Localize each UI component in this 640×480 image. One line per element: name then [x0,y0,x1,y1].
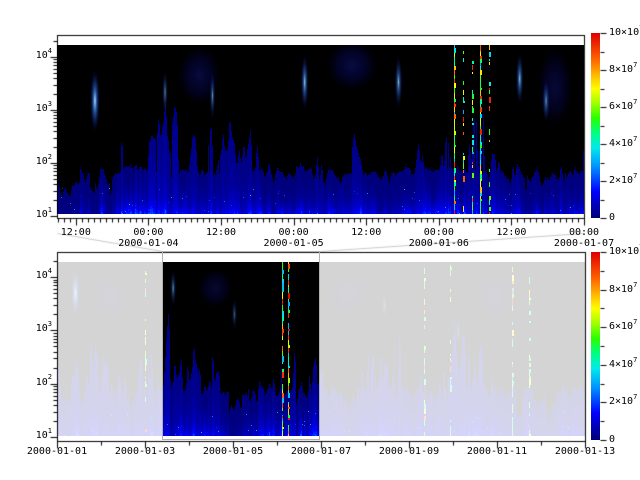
top-y-tick-label: 102 [16,156,52,167]
colorbar-bottom [591,252,600,440]
top-y-tick-label: 101 [16,209,52,220]
colorbar-tick-label: 0 [609,434,615,445]
bottom-y-tick-label: 102 [16,377,52,388]
bottom-y-tick-label: 101 [16,430,52,441]
colorbar-tick-label: 10×107 [609,246,640,257]
top-x-date-label: 2000-01-07 [554,238,614,249]
top-x-tick-label: 00:00 [279,227,309,238]
top-y-tick-label: 103 [16,103,52,114]
spectrogram-viewer-window: 12:0000:002000-01-0412:0000:002000-01-05… [0,0,640,480]
top-x-tick-label: 12:00 [351,227,381,238]
zoomed-spectrogram-plot[interactable] [57,35,584,218]
bottom-x-date-label: 2000-01-03 [115,446,175,457]
top-y-tick-label: 104 [16,50,52,61]
bottom-x-date-label: 2000-01-01 [27,446,87,457]
colorbar-top [591,33,600,218]
bottom-x-date-label: 2000-01-11 [467,446,527,457]
bottom-x-date-label: 2000-01-05 [203,446,263,457]
bottom-x-date-label: 2000-01-13 [555,446,615,457]
colorbar-tick-label: 8×107 [609,64,637,75]
colorbar-tick-label: 0 [609,212,615,223]
bottom-y-tick-label: 104 [16,270,52,281]
top-x-date-label: 2000-01-06 [409,238,469,249]
colorbar-tick-label: 6×107 [609,321,637,332]
top-x-date-label: 2000-01-04 [118,238,178,249]
top-x-tick-label: 12:00 [206,227,236,238]
selection-region[interactable] [162,251,320,440]
top-x-tick-label: 00:00 [133,227,163,238]
bottom-x-date-label: 2000-01-07 [291,446,351,457]
colorbar-tick-label: 8×107 [609,284,637,295]
top-x-tick-label: 00:00 [424,227,454,238]
bottom-x-date-label: 2000-01-09 [379,446,439,457]
colorbar-tick-label: 4×107 [609,138,637,149]
colorbar-tick-label: 2×107 [609,396,637,407]
top-x-tick-label: 00:00 [569,227,599,238]
colorbar-tick-label: 2×107 [609,175,637,186]
context-spectrogram-plot[interactable] [57,252,585,441]
bottom-y-tick-label: 103 [16,323,52,334]
top-x-tick-label: 12:00 [496,227,526,238]
top-x-tick-label: 12:00 [61,227,91,238]
colorbar-tick-label: 10×107 [609,27,640,38]
colorbar-tick-label: 6×107 [609,101,637,112]
top-x-date-label: 2000-01-05 [263,238,323,249]
colorbar-tick-label: 4×107 [609,359,637,370]
